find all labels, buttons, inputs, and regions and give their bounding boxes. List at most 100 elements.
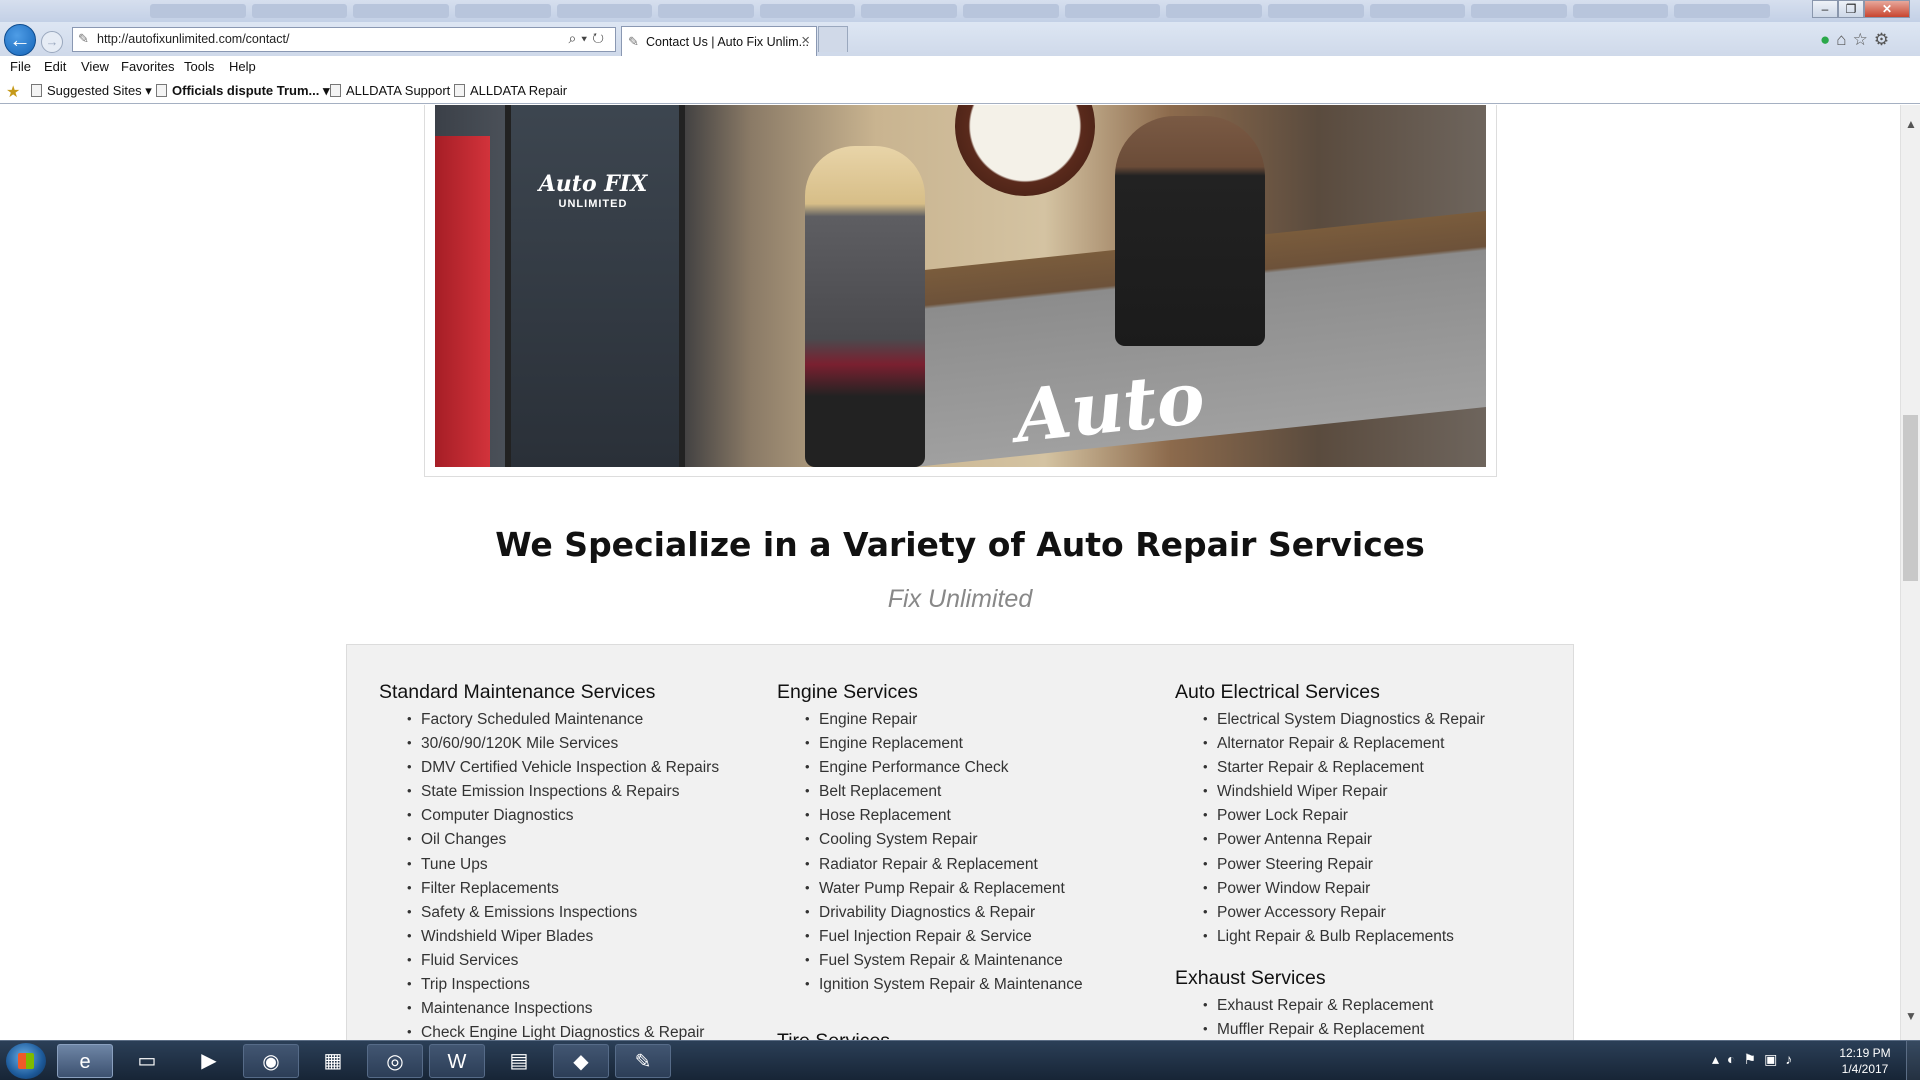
tab-title: Contact Us | Auto Fix Unlim... bbox=[646, 35, 810, 49]
add-favorite-star-icon[interactable]: ★ bbox=[6, 82, 20, 102]
taskbar-sticky-notes-button[interactable]: ▤ bbox=[491, 1044, 547, 1078]
address-bar[interactable]: ✎ http://autofixunlimited.com/contact/ ⌕… bbox=[72, 27, 616, 52]
tray-app-icon[interactable]: ◐ bbox=[1727, 1051, 1743, 1067]
search-icon[interactable]: ⌕ bbox=[568, 30, 581, 46]
tab-contact-us[interactable]: ✎ Contact Us | Auto Fix Unlim... × bbox=[621, 26, 817, 56]
forward-button[interactable]: → bbox=[41, 31, 63, 53]
refresh-icon[interactable]: ↻ bbox=[592, 30, 609, 46]
counter-logo: Auto bbox=[1011, 354, 1209, 459]
new-tab-button[interactable] bbox=[818, 26, 848, 52]
scroll-up-icon[interactable]: ▲ bbox=[1905, 117, 1917, 131]
list-item: Power Antenna Repair bbox=[1203, 831, 1485, 855]
taskbar-file-explorer-button[interactable]: ▭ bbox=[119, 1044, 175, 1078]
list-item: Fuel System Repair & Maintenance bbox=[805, 952, 1083, 976]
list-item: Maintenance Inspections bbox=[407, 1000, 719, 1024]
system-clock[interactable]: 12:19 PM 1/4/2017 bbox=[1830, 1045, 1900, 1077]
wall-clock bbox=[955, 105, 1095, 196]
menu-file[interactable]: File bbox=[10, 59, 31, 74]
menu-edit[interactable]: Edit bbox=[44, 59, 66, 74]
mechanic-figure bbox=[1115, 116, 1265, 346]
close-window-button[interactable]: ✕ bbox=[1864, 0, 1910, 18]
calculator-icon: ▦ bbox=[323, 1050, 343, 1072]
minimize-button[interactable]: – bbox=[1812, 0, 1838, 18]
list-item: Computer Diagnostics bbox=[407, 807, 719, 831]
section-title-tire: Tire Services bbox=[777, 1030, 890, 1040]
taskbar-word-button[interactable]: W bbox=[429, 1044, 485, 1078]
screen: – ❐ ✕ ← → ✎ http://autofixunlimited.com/… bbox=[0, 0, 1920, 1080]
paint-icon: ✎ bbox=[634, 1051, 652, 1073]
chrome-icon: ◎ bbox=[386, 1051, 404, 1073]
list-item: Power Window Repair bbox=[1203, 880, 1485, 904]
tab-close-icon[interactable]: × bbox=[801, 32, 810, 49]
menu-bar: File Edit View Favorites Tools Help bbox=[0, 56, 1920, 78]
back-button[interactable]: ← bbox=[4, 24, 36, 56]
dropdown-icon[interactable]: ▾ bbox=[581, 30, 592, 46]
extension-icon[interactable]: ● bbox=[1820, 30, 1836, 49]
list-item: Drivability Diagnostics & Repair bbox=[805, 904, 1083, 928]
file-explorer-icon: ▭ bbox=[137, 1050, 157, 1072]
fav-alldata-repair[interactable]: ALLDATA Repair bbox=[454, 83, 567, 98]
fav-news-link[interactable]: Officials dispute Trum... ▾ bbox=[156, 83, 330, 99]
list-item: Fluid Services bbox=[407, 952, 719, 976]
customer-figure bbox=[805, 146, 925, 467]
list-item: Belt Replacement bbox=[805, 783, 1083, 807]
media-player-icon: ▶ bbox=[201, 1050, 217, 1072]
taskbar-paint-button[interactable]: ✎ bbox=[615, 1044, 671, 1078]
page-scrollbar[interactable]: ▲ ▼ bbox=[1900, 105, 1920, 1040]
page-icon bbox=[454, 84, 465, 97]
tab-favicon-icon: ✎ bbox=[628, 34, 639, 49]
page-subheading: Fix Unlimited bbox=[887, 585, 1033, 613]
forward-arrow-icon: → bbox=[45, 34, 59, 49]
scroll-down-icon[interactable]: ▼ bbox=[1905, 1009, 1917, 1023]
address-url[interactable]: http://autofixunlimited.com/contact/ bbox=[97, 32, 289, 46]
taskbar-media-player-button[interactable]: ▶ bbox=[181, 1044, 237, 1078]
taskbar-internet-explorer-button[interactable]: e bbox=[57, 1044, 113, 1078]
list-item: Oil Changes bbox=[407, 831, 719, 855]
menu-view[interactable]: View bbox=[81, 59, 109, 74]
start-button[interactable] bbox=[6, 1043, 46, 1079]
list-item: Power Lock Repair bbox=[1203, 807, 1485, 831]
taskbar-firefox-button[interactable]: ◉ bbox=[243, 1044, 299, 1078]
list-item: Tune Ups bbox=[407, 856, 719, 880]
menu-favorites[interactable]: Favorites bbox=[121, 59, 174, 74]
taskbar-calculator-button[interactable]: ▦ bbox=[305, 1044, 361, 1078]
action-center-flag-icon[interactable]: ⚑ bbox=[1744, 1051, 1765, 1067]
home-icon[interactable]: ⌂ bbox=[1836, 30, 1852, 49]
list-item: Alternator Repair & Replacement bbox=[1203, 735, 1485, 759]
taskbar-app-red-button[interactable]: ◆ bbox=[553, 1044, 609, 1078]
clock-date: 1/4/2017 bbox=[1841, 1062, 1889, 1076]
volume-icon[interactable]: ♪ bbox=[1785, 1051, 1800, 1067]
list-item: Windshield Wiper Repair bbox=[1203, 783, 1485, 807]
standard-maintenance-list: Factory Scheduled Maintenance 30/60/90/1… bbox=[407, 711, 719, 1040]
menu-tools[interactable]: Tools bbox=[184, 59, 214, 74]
word-icon: W bbox=[447, 1051, 467, 1073]
menu-help[interactable]: Help bbox=[229, 59, 256, 74]
list-item: Hose Replacement bbox=[805, 807, 1083, 831]
tray-expand-icon[interactable]: ▴ bbox=[1712, 1051, 1727, 1067]
settings-gear-icon[interactable]: ⚙ bbox=[1874, 30, 1895, 49]
section-title-auto-electrical: Auto Electrical Services bbox=[1175, 681, 1380, 703]
list-item: Factory Scheduled Maintenance bbox=[407, 711, 719, 735]
list-item: Starter Repair & Replacement bbox=[1203, 759, 1485, 783]
page-icon bbox=[330, 84, 341, 97]
page-icon bbox=[156, 84, 167, 97]
clock-time: 12:19 PM bbox=[1839, 1046, 1891, 1060]
taskbar-chrome-button[interactable]: ◎ bbox=[367, 1044, 423, 1078]
page-heading: We Specialize in a Variety of Auto Repai… bbox=[495, 525, 1425, 564]
fav-suggested-sites[interactable]: Suggested Sites ▾ bbox=[31, 83, 152, 99]
favorites-star-icon[interactable]: ☆ bbox=[1853, 30, 1874, 49]
section-title-engine: Engine Services bbox=[777, 681, 918, 703]
scrollbar-thumb[interactable] bbox=[1903, 415, 1918, 581]
page-icon bbox=[31, 84, 42, 97]
list-item: Check Engine Light Diagnostics & Repair bbox=[407, 1024, 719, 1040]
maximize-button[interactable]: ❐ bbox=[1838, 0, 1864, 18]
network-icon[interactable]: ▣ bbox=[1764, 1051, 1785, 1067]
background-tabs-strip bbox=[150, 4, 1770, 18]
app-red-icon: ◆ bbox=[573, 1051, 589, 1073]
show-desktop-button[interactable] bbox=[1906, 1041, 1920, 1080]
list-item: Trip Inspections bbox=[407, 976, 719, 1000]
fav-alldata-support[interactable]: ALLDATA Support bbox=[330, 83, 450, 98]
exhaust-services-list: Exhaust Repair & Replacement Muffler Rep… bbox=[1203, 997, 1433, 1040]
door-logo: Auto FIX UNLIMITED bbox=[538, 171, 648, 210]
firefox-icon: ◉ bbox=[262, 1051, 280, 1073]
